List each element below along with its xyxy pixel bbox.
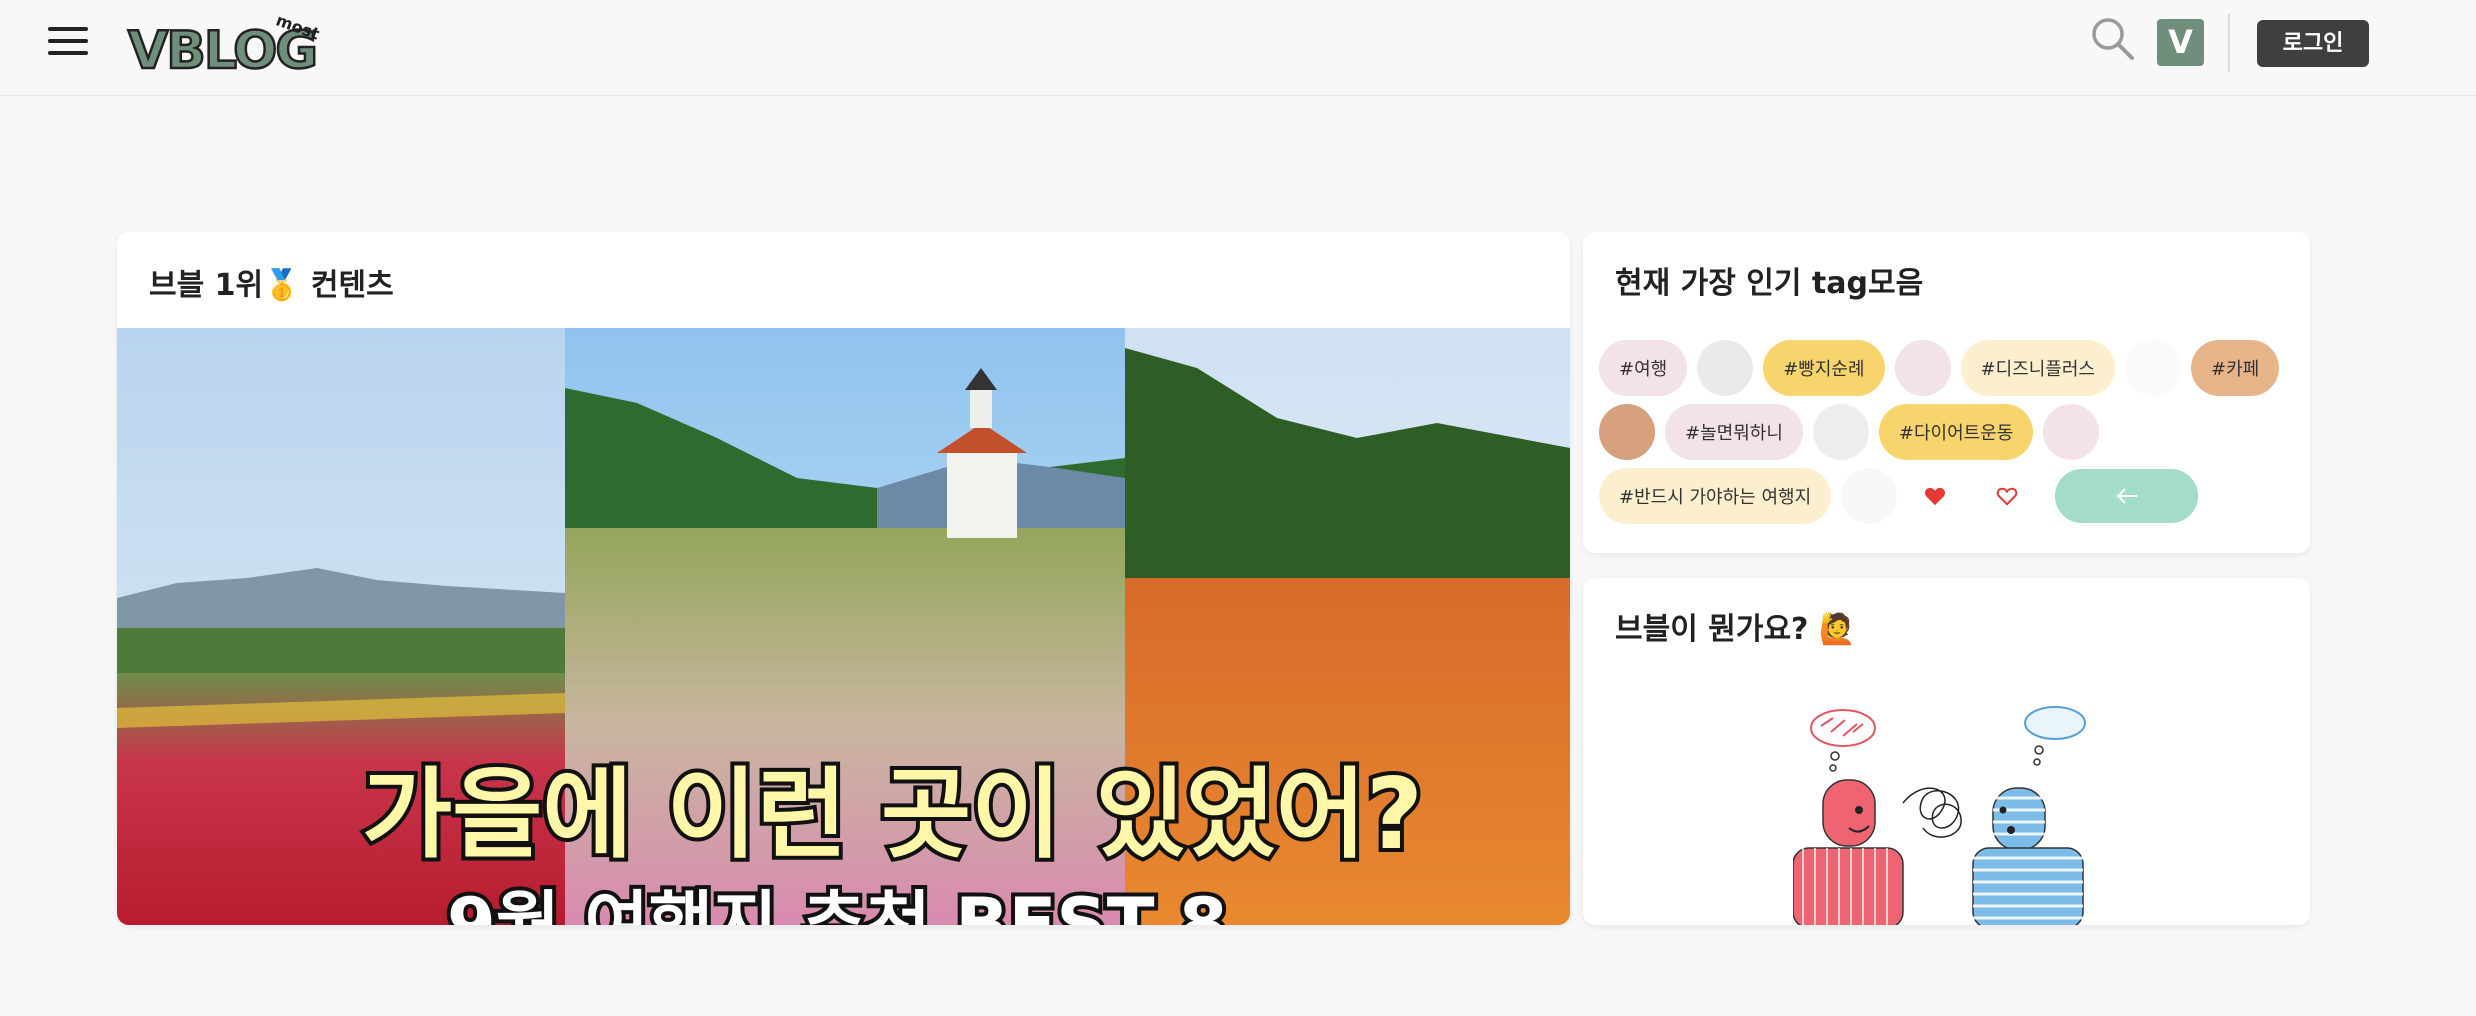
tag-chip[interactable] [2043,404,2100,460]
tag-chip[interactable] [1841,468,1898,524]
top-content-title: 브블 1위🥇 컨텐츠 [149,268,394,303]
arrow-left-icon [2116,488,2137,504]
tag-row: #놀면뭐하니 #다이어트운동 [1599,404,2299,460]
thumbnail-headline: 가을에 이런 곳이 있었어? [362,758,1423,872]
tag-chip[interactable] [1697,340,1754,396]
login-button[interactable]: 로그인 [2257,20,2369,67]
tag-chip[interactable]: #다이어트운동 [1878,404,2034,460]
tag-row: #반드시 가야하는 여행지 [1599,468,2299,524]
tag-chip[interactable]: #카페 [2190,340,2280,396]
logo[interactable]: VBLOG most [126,6,336,82]
what-is-title: 브블이 뭔가요? 🙋 [1615,612,1857,647]
top-content-card: 브블 1위🥇 컨텐츠 가을에 이런 곳이 있었어? 9월 여행지 추천 BEST… [117,232,1570,925]
tag-chip[interactable]: #빵지순례 [1763,340,1885,396]
popular-tags-card: 현재 가장 인기 tag모음 #여행 #빵지순례 #디즈니플러스 #카페 #놀면… [1583,232,2310,553]
tag-chip[interactable]: #놀면뭐하니 [1665,404,1803,460]
tag-chip[interactable]: #반드시 가야하는 여행지 [1599,468,1832,524]
back-arrow-button[interactable] [2055,469,2199,523]
what-is-card: 브블이 뭔가요? 🙋 [1583,578,2310,925]
tag-chip[interactable]: #여행 [1599,340,1688,396]
thumbnail-subline: 9월 여행지 추천 BEST 8 [447,883,1228,925]
tag-list: #여행 #빵지순례 #디즈니플러스 #카페 #놀면뭐하니 #다이어트운동 #반드… [1599,340,2299,532]
tag-chip[interactable] [1812,404,1869,460]
heart-outline-icon[interactable] [1979,468,2035,524]
menu-icon[interactable] [48,24,90,60]
header: VBLOG most V 로그인 [0,0,2476,96]
header-divider [2228,14,2230,72]
top-content-thumbnail[interactable]: 가을에 이런 곳이 있었어? 9월 여행지 추천 BEST 8 [117,328,1570,925]
tag-chip[interactable] [1599,404,1655,460]
v-badge[interactable]: V [2157,19,2204,66]
tag-chip[interactable] [1894,340,1951,396]
tag-chip[interactable]: #디즈니플러스 [1960,340,2115,396]
search-icon[interactable] [2088,14,2136,62]
conversation-illustration [1792,698,2113,925]
popular-tags-title: 현재 가장 인기 tag모음 [1615,266,1924,301]
tag-chip[interactable] [2124,340,2181,396]
heart-filled-icon[interactable] [1907,468,1963,524]
tag-row: #여행 #빵지순례 #디즈니플러스 #카페 [1599,340,2299,396]
